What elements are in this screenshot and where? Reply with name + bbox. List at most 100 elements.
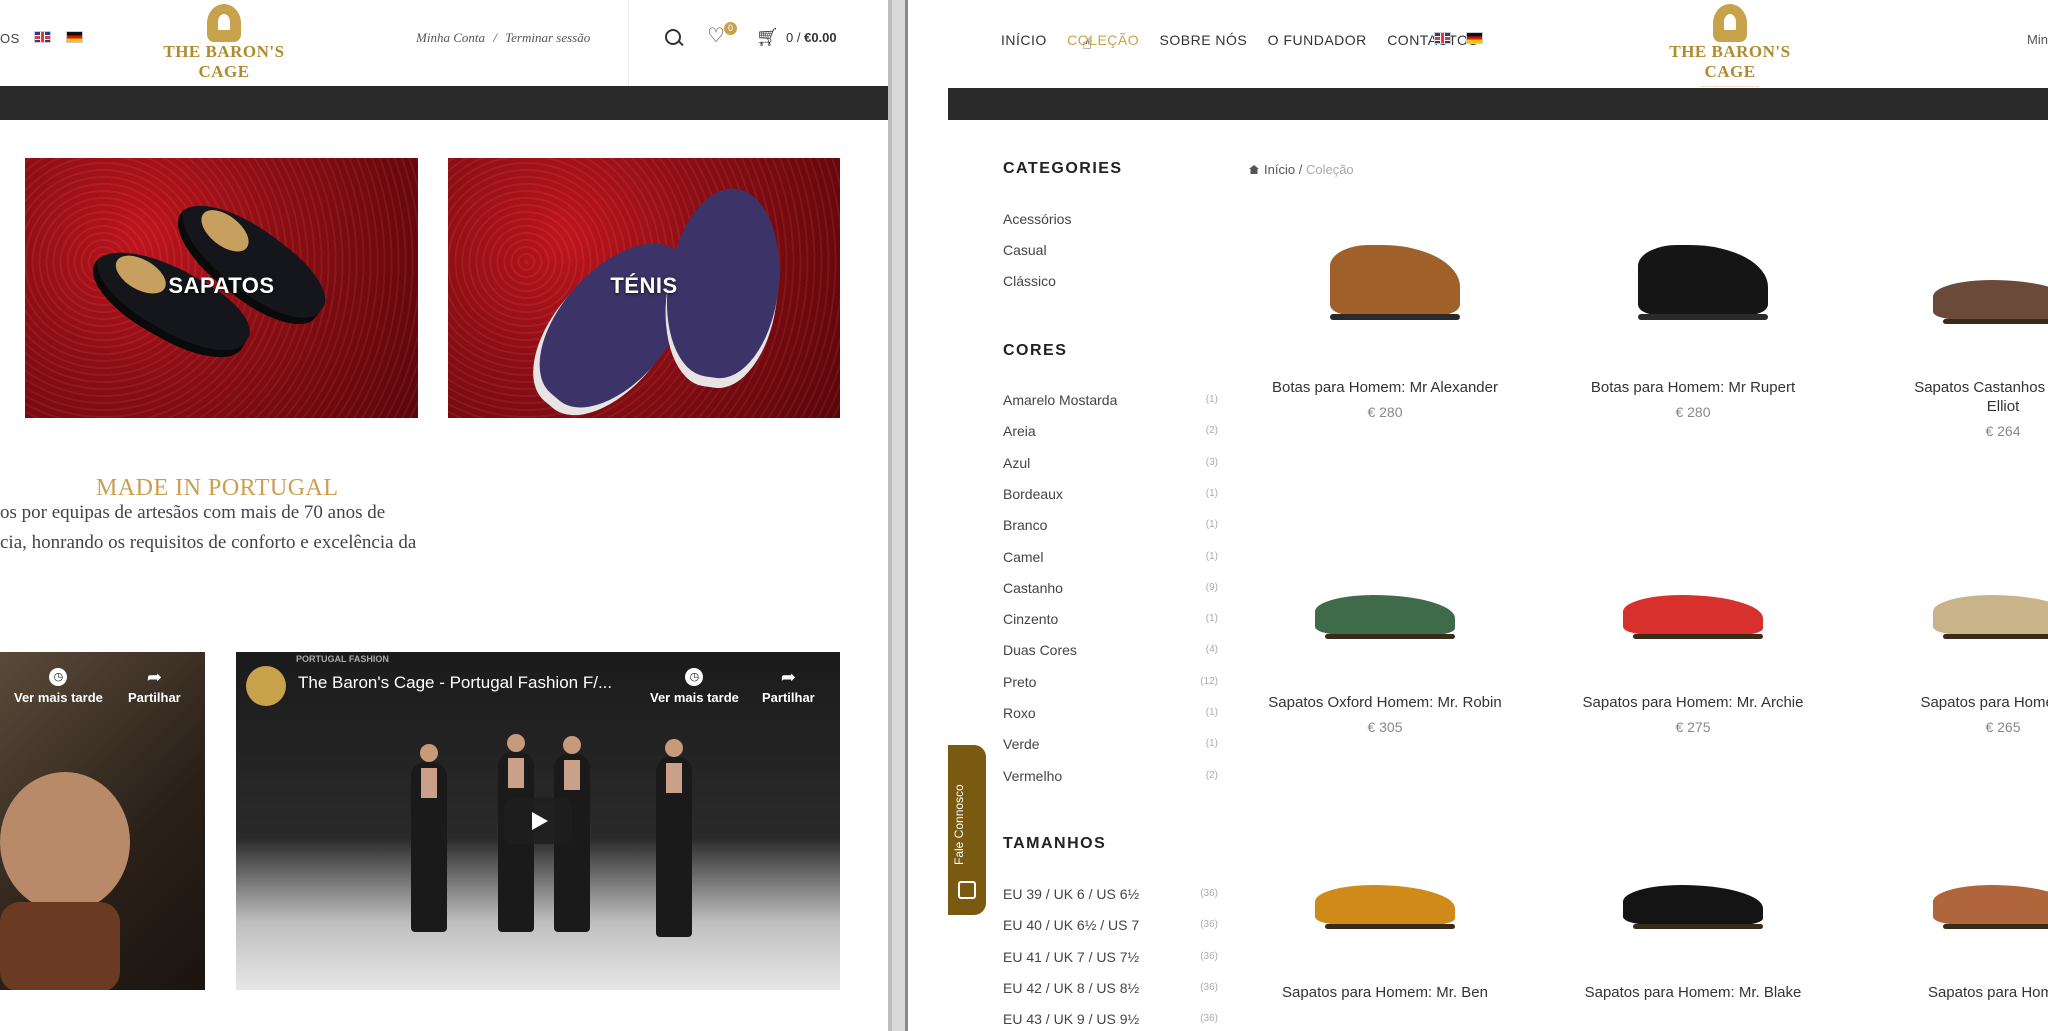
shoe-image bbox=[1623, 595, 1763, 639]
german-flag-icon[interactable] bbox=[66, 31, 83, 43]
play-button[interactable] bbox=[504, 798, 572, 844]
color-filter-item[interactable]: Preto (12) bbox=[1003, 674, 1218, 690]
share-button[interactable]: ➦ Partilhar bbox=[128, 668, 181, 705]
share-button[interactable]: ➦ Partilhar bbox=[762, 668, 815, 705]
menu-item-inicio[interactable]: INÍCIO bbox=[1001, 32, 1047, 48]
product-image[interactable] bbox=[1568, 540, 1818, 690]
product-card[interactable]: Sapatos para Homem: bbox=[1858, 830, 2048, 1009]
video-title[interactable]: The Baron's Cage - Portugal Fashion F/..… bbox=[298, 673, 612, 693]
color-filter-label: Amarelo Mostarda bbox=[1003, 392, 1118, 408]
product-name-line-2[interactable]: Elliot bbox=[1858, 398, 2048, 415]
product-image[interactable] bbox=[1878, 830, 2048, 980]
product-card[interactable]: Sapatos para Homem: Mr. Ben bbox=[1240, 830, 1530, 1009]
color-filter-count: (1) bbox=[1205, 550, 1218, 562]
breadcrumb-home-link[interactable]: Início bbox=[1264, 162, 1295, 177]
logo[interactable]: THE BARON'S CAGE ───────────── bbox=[146, 4, 302, 90]
product-image[interactable] bbox=[1260, 225, 1510, 375]
my-account-link[interactable]: Minha Conta bbox=[416, 30, 485, 45]
window-split-divider[interactable] bbox=[888, 0, 908, 1031]
wishlist-heart-icon[interactable]: ♡ bbox=[707, 26, 725, 46]
logo[interactable]: THE BARON'S CAGE ───────────── bbox=[1652, 4, 1808, 90]
shoe-image bbox=[1315, 595, 1455, 639]
menu-item-sobre-nos[interactable]: SOBRE NÓS bbox=[1160, 32, 1248, 48]
category-tile-tenis[interactable]: TÉNIS bbox=[448, 158, 840, 418]
product-card[interactable]: Sapatos para Homem: Mr. Blake bbox=[1548, 830, 1838, 1009]
category-link[interactable]: Clássico bbox=[1003, 273, 1218, 289]
account-separator: / bbox=[493, 30, 497, 45]
color-filter-item[interactable]: Azul (3) bbox=[1003, 455, 1218, 471]
product-card[interactable]: Sapatos para Homem: N € 265 bbox=[1858, 540, 2048, 735]
product-name[interactable]: Botas para Homem: Mr Alexander bbox=[1240, 379, 1530, 396]
menu-item-colecao[interactable]: COLEÇÃO bbox=[1067, 32, 1139, 48]
shoe-image bbox=[1315, 885, 1455, 929]
color-filter-item[interactable]: Branco (1) bbox=[1003, 517, 1218, 533]
color-filter-item[interactable]: Castanho (9) bbox=[1003, 580, 1218, 596]
product-name[interactable]: Sapatos Oxford Homem: Mr. Robin bbox=[1240, 694, 1530, 711]
product-image[interactable] bbox=[1260, 830, 1510, 980]
logout-link[interactable]: Terminar sessão bbox=[505, 30, 590, 45]
size-filter-count: (36) bbox=[1200, 950, 1218, 962]
watch-later-button[interactable]: ◷ Ver mais tarde bbox=[14, 668, 103, 705]
color-filter-label: Areia bbox=[1003, 423, 1036, 440]
color-filter-item[interactable]: Camel (1) bbox=[1003, 549, 1218, 565]
product-name[interactable]: Sapatos para Homem: bbox=[1858, 984, 2048, 1001]
contact-us-tab[interactable]: Fale Connosco bbox=[948, 745, 986, 915]
size-filter-item[interactable]: EU 43 / UK 9 / US 9½ (36) bbox=[1003, 1011, 1218, 1027]
menu-item-contactos[interactable]: CONTACTOS bbox=[1387, 32, 1478, 48]
color-filter-item[interactable]: Roxo (1) bbox=[1003, 705, 1218, 721]
product-price: € 305 bbox=[1367, 719, 1403, 735]
color-filter-item[interactable]: Areia (2) bbox=[1003, 423, 1218, 439]
product-price: € 264 bbox=[1985, 423, 2021, 439]
color-filter-item[interactable]: Duas Cores (4) bbox=[1003, 642, 1218, 658]
product-name[interactable]: Sapatos para Homem: N bbox=[1858, 694, 2048, 711]
color-filter-item[interactable]: Cinzento (1) bbox=[1003, 611, 1218, 627]
account-link-fragment[interactable]: Min bbox=[2027, 32, 2048, 47]
category-link[interactable]: Acessórios bbox=[1003, 211, 1218, 227]
size-filter-count: (36) bbox=[1200, 919, 1218, 931]
nav-fragment[interactable]: OS bbox=[0, 31, 20, 46]
color-filter-item[interactable]: Amarelo Mostarda (1) bbox=[1003, 392, 1218, 408]
color-filter-label: Cinzento bbox=[1003, 611, 1059, 628]
product-image[interactable] bbox=[1260, 540, 1510, 690]
product-name[interactable]: Botas para Homem: Mr Rupert bbox=[1548, 379, 1838, 396]
product-name[interactable]: Sapatos para Homem: Mr. Blake bbox=[1548, 984, 1838, 1001]
left-dark-nav-bar bbox=[0, 86, 888, 120]
cart-icon[interactable]: 🛒︎ bbox=[756, 27, 779, 48]
color-filter-label: Vermelho bbox=[1003, 767, 1063, 784]
product-name[interactable]: Sapatos Castanhos Loafer bbox=[1858, 379, 2048, 396]
product-name[interactable]: Sapatos para Homem: Mr. Ben bbox=[1240, 984, 1530, 1001]
search-icon[interactable] bbox=[664, 28, 684, 48]
product-image[interactable] bbox=[1568, 225, 1818, 375]
product-image[interactable] bbox=[1568, 830, 1818, 980]
boot-image bbox=[1638, 245, 1768, 320]
product-image[interactable] bbox=[1878, 225, 2048, 375]
product-card[interactable]: Botas para Homem: Mr Alexander € 280 bbox=[1240, 225, 1530, 420]
cart-summary[interactable]: 0 / €0.00 bbox=[786, 30, 837, 45]
product-name[interactable]: Sapatos para Homem: Mr. Archie bbox=[1548, 694, 1838, 711]
color-filter-item[interactable]: Bordeaux (1) bbox=[1003, 486, 1218, 502]
size-filter-item[interactable]: EU 40 / UK 6½ / US 7 (36) bbox=[1003, 917, 1218, 933]
german-flag-icon[interactable] bbox=[1466, 32, 1483, 44]
video-player-1[interactable]: ◷ Ver mais tarde ➦ Partilhar bbox=[0, 652, 205, 990]
product-image[interactable] bbox=[1878, 540, 2048, 690]
uk-flag-icon[interactable] bbox=[34, 31, 51, 43]
right-header: INÍCIO COLEÇÃO SOBRE NÓS O FUNDADOR CONT… bbox=[948, 0, 2048, 90]
size-filter-item[interactable]: EU 41 / UK 7 / US 7½ (36) bbox=[1003, 949, 1218, 965]
size-filter-item[interactable]: EU 39 / UK 6 / US 6½ (36) bbox=[1003, 886, 1218, 902]
color-filter-item[interactable]: Vermelho (2) bbox=[1003, 768, 1218, 784]
menu-item-o-fundador[interactable]: O FUNDADOR bbox=[1268, 32, 1367, 48]
home-icon[interactable] bbox=[1249, 165, 1259, 174]
video-player-2[interactable]: PORTUGAL FASHION The Baron's Cage - Port… bbox=[236, 652, 840, 990]
size-filter-item[interactable]: EU 42 / UK 8 / US 8½ (36) bbox=[1003, 980, 1218, 996]
uk-flag-icon[interactable] bbox=[1434, 32, 1451, 44]
product-card[interactable]: Sapatos Castanhos Loafer Elliot € 264 bbox=[1858, 225, 2048, 439]
color-filter-item[interactable]: Verde (1) bbox=[1003, 736, 1218, 752]
category-link[interactable]: Casual bbox=[1003, 242, 1218, 258]
channel-avatar[interactable] bbox=[246, 666, 286, 706]
category-label: SAPATOS bbox=[168, 273, 275, 298]
product-card[interactable]: Sapatos para Homem: Mr. Archie € 275 bbox=[1548, 540, 1838, 735]
category-tile-sapatos[interactable]: SAPATOS bbox=[25, 158, 418, 418]
watch-later-button[interactable]: ◷ Ver mais tarde bbox=[650, 668, 739, 705]
product-card[interactable]: Sapatos Oxford Homem: Mr. Robin € 305 bbox=[1240, 540, 1530, 735]
product-card[interactable]: Botas para Homem: Mr Rupert € 280 bbox=[1548, 225, 1838, 420]
